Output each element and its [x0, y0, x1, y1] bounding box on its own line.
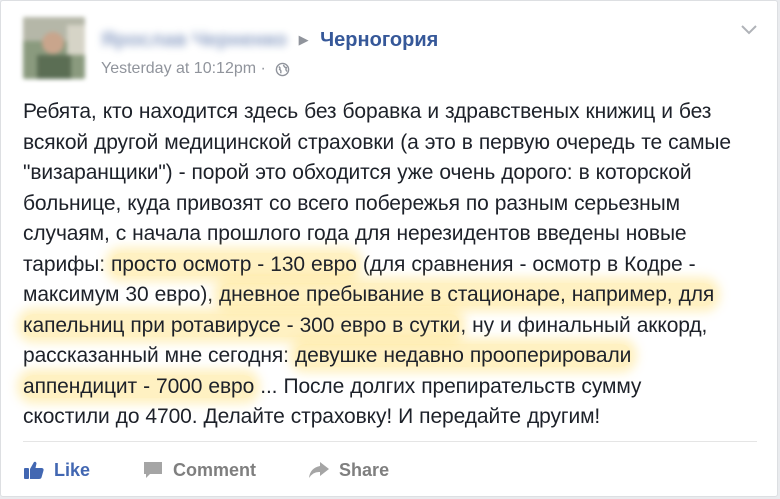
post-text-line: Ребята, кто находится здесь без боравка … [23, 100, 712, 123]
highlighted-text: аппендицит - 7000 евро [23, 374, 255, 398]
meta-separator: · [260, 60, 266, 77]
post-text-line: аппендицит - 7000 евро ... После долгих … [23, 372, 763, 403]
post-text-line: максимум 30 евро), дневное пребывание в … [23, 280, 763, 311]
post-card: Ярослав Черненко ▶ Черногория Yesterday … [0, 0, 778, 497]
post-header: Ярослав Черненко ▶ Черногория Yesterday … [23, 17, 757, 87]
divider [23, 441, 757, 442]
text-segment: ... После долгих препирательств сумму [254, 374, 642, 398]
thumbs-up-icon [24, 461, 44, 479]
post-text-line: "визаранщики") - порой это обходится уже… [23, 161, 692, 184]
group-link[interactable]: Черногория [320, 28, 438, 52]
right-arrow-icon: ▶ [298, 31, 309, 47]
post-meta: Yesterday at 10:12pm · [101, 59, 290, 79]
share-button[interactable]: Share [308, 460, 389, 481]
post-text-line: тарифы: просто осмотр - 130 евро (для ср… [23, 250, 763, 281]
comment-label: Comment [173, 459, 257, 480]
avatar[interactable] [23, 17, 85, 79]
text-segment: , ну и финальный аккорд, [460, 313, 708, 337]
comment-icon [144, 462, 163, 478]
highlighted-text: девушке недавно прооперировали [294, 344, 632, 367]
author-line: Ярослав Черненко ▶ Черногория [101, 27, 438, 52]
post-text-line: случаям, с начала прошлого года для нере… [23, 222, 687, 245]
share-icon [309, 462, 330, 478]
post-text-line: всякой другой медицинской страховки (а э… [23, 130, 731, 154]
post-text-line: скостили до 4700. Делайте страховку! И п… [23, 405, 601, 428]
text-segment: максимум 30 евро), [23, 283, 220, 306]
action-bar: Like Comment Share [23, 453, 441, 487]
timestamp[interactable]: Yesterday at 10:12pm [101, 60, 256, 77]
like-label: Like [54, 459, 91, 480]
author-name[interactable]: Ярослав Черненко [101, 28, 287, 52]
post-text-line: капельниц при ротавирусе - 300 евро в су… [23, 311, 763, 342]
text-segment: (для сравнения - осмотр в Кодре - [356, 252, 696, 276]
chevron-down-icon[interactable] [739, 23, 759, 37]
globe-icon[interactable] [275, 62, 290, 77]
highlighted-text: просто осмотр - 130 евро [111, 252, 357, 276]
post-text-line: рассказанный мне сегодня: девушке недавн… [23, 341, 763, 372]
post-text: Ребята, кто находится здесь без боравка … [23, 97, 763, 433]
like-button[interactable]: Like [23, 460, 90, 481]
text-segment: рассказанный мне сегодня: [23, 344, 295, 367]
text-segment: тарифы: [23, 252, 112, 276]
share-label: Share [339, 459, 390, 480]
highlighted-text: дневное пребывание в стационаре, наприме… [219, 283, 715, 306]
comment-button[interactable]: Comment [142, 460, 256, 481]
highlighted-text: капельниц при ротавирусе - 300 евро в су… [23, 313, 461, 337]
post-text-line: больнице, куда привозят со всего побереж… [23, 191, 680, 215]
